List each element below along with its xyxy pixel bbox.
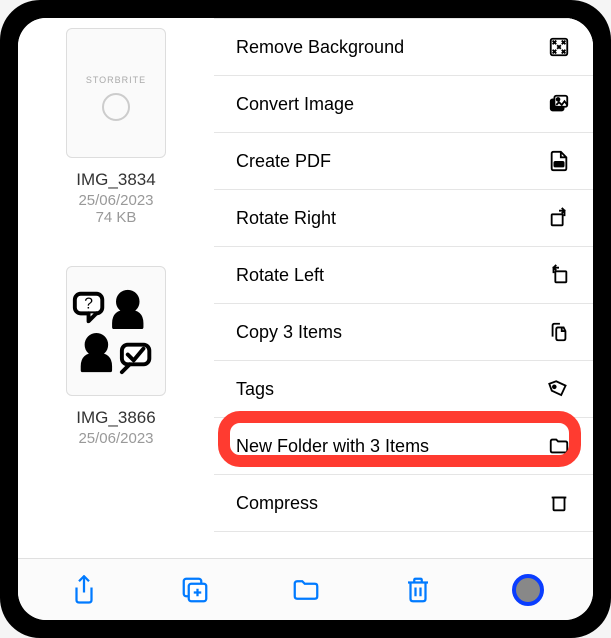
menu-label: Tags: [236, 379, 274, 400]
file-grid: STORBRITE IMG_3834 25/06/2023 74 KB: [18, 18, 214, 558]
duplicate-button[interactable]: [178, 573, 212, 607]
qr-people-icon: ?: [67, 267, 165, 395]
menu-label: Create PDF: [236, 151, 331, 172]
menu-copy-items[interactable]: Copy 3 Items: [214, 304, 593, 361]
file-item[interactable]: ? IMG_3866 25/06/2023: [18, 266, 214, 447]
folder-icon: [291, 575, 321, 605]
menu-rotate-right[interactable]: Rotate Right: [214, 190, 593, 247]
menu-rotate-left[interactable]: Rotate Left: [214, 247, 593, 304]
thumb-placeholder-circle: [102, 93, 130, 121]
copy-icon: [547, 320, 571, 344]
file-size: 74 KB: [96, 209, 137, 226]
thumb-brand-label: STORBRITE: [86, 75, 146, 85]
file-date: 25/06/2023: [78, 430, 153, 447]
new-folder-icon: [547, 434, 571, 458]
bottom-toolbar: [18, 558, 593, 620]
remove-background-icon: [547, 35, 571, 59]
convert-image-icon: [547, 92, 571, 116]
compress-icon: [547, 491, 571, 515]
move-button[interactable]: [289, 573, 323, 607]
menu-remove-background[interactable]: Remove Background: [214, 18, 593, 76]
file-date: 25/06/2023: [78, 192, 153, 209]
menu-compress[interactable]: Compress: [214, 475, 593, 532]
menu-label: Compress: [236, 493, 318, 514]
share-button[interactable]: [67, 573, 101, 607]
menu-label: Copy 3 Items: [236, 322, 342, 343]
trash-icon: [403, 575, 433, 605]
svg-text:?: ?: [84, 295, 93, 312]
menu-create-pdf[interactable]: Create PDF: [214, 133, 593, 190]
menu-label: Rotate Right: [236, 208, 336, 229]
rotate-right-icon: [547, 206, 571, 230]
file-item[interactable]: STORBRITE IMG_3834 25/06/2023 74 KB: [18, 28, 214, 226]
menu-tags[interactable]: Tags: [214, 361, 593, 418]
file-thumbnail: STORBRITE: [66, 28, 166, 158]
delete-button[interactable]: [401, 573, 435, 607]
tag-icon: [547, 377, 571, 401]
menu-label: Rotate Left: [236, 265, 324, 286]
menu-label: Convert Image: [236, 94, 354, 115]
file-thumbnail: ?: [66, 266, 166, 396]
menu-convert-image[interactable]: Convert Image: [214, 76, 593, 133]
context-menu: Remove Background Convert Image: [214, 18, 593, 558]
rotate-left-icon: [547, 263, 571, 287]
file-name: IMG_3866: [76, 408, 155, 428]
share-icon: [69, 575, 99, 605]
file-name: IMG_3834: [76, 170, 155, 190]
more-button[interactable]: [512, 574, 544, 606]
menu-label: New Folder with 3 Items: [236, 436, 429, 457]
menu-label: Remove Background: [236, 37, 404, 58]
menu-new-folder-with-items[interactable]: New Folder with 3 Items: [214, 418, 593, 475]
pdf-icon: [547, 149, 571, 173]
duplicate-icon: [180, 575, 210, 605]
